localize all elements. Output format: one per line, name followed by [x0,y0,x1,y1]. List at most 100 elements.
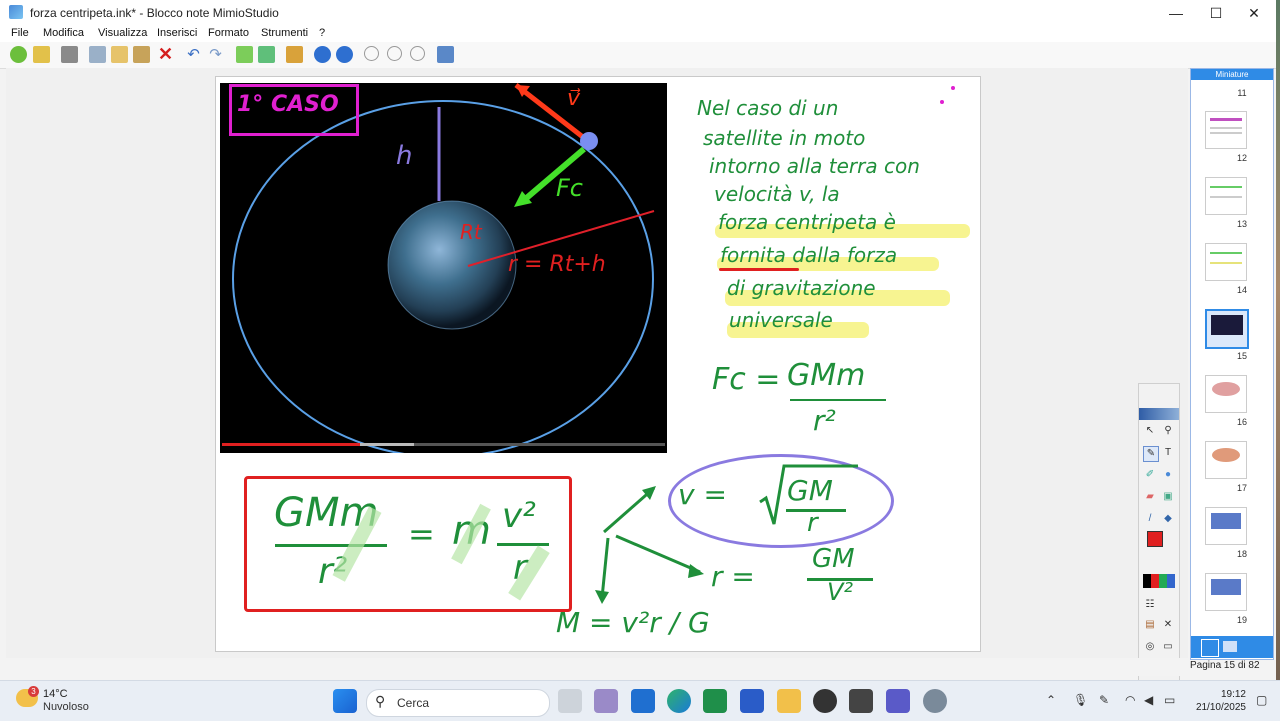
mimio-taskbar-icon[interactable] [594,689,618,713]
menu-strumenti[interactable]: Strumenti [261,27,308,39]
copy-icon[interactable] [111,46,128,63]
color-palette-icon[interactable] [1143,574,1175,588]
notifications-icon[interactable]: ▢ [1256,693,1267,707]
thumbnail-number: 14 [1236,285,1247,295]
boxed-equals: = [408,515,435,553]
eraser-icon[interactable]: ▰ [1143,490,1157,504]
microphone-icon[interactable]: 🎙︎ [1073,693,1088,707]
resize-icon[interactable]: ✕ [1161,618,1175,632]
status-bar [6,658,1186,676]
text-icon[interactable]: T [1161,446,1175,460]
zoom-fit-icon[interactable] [410,46,425,61]
add-page-icon[interactable] [236,46,253,63]
volume-icon[interactable]: ◀ [1144,693,1153,707]
paste-icon[interactable] [133,46,150,63]
stamp-icon[interactable]: ▤ [1143,618,1157,632]
mass-formula: M = v²r / G [556,606,710,639]
weather-description[interactable]: Nuvoloso [43,701,89,713]
line-icon[interactable]: / [1143,512,1157,526]
ink-dot [940,100,944,104]
edge-icon[interactable] [667,689,691,713]
search-icon: ⚲ [375,693,386,709]
velocity-formula-lhs: v = [678,478,727,511]
menu-modifica[interactable]: Modifica [43,27,84,39]
thumbnails-panel: Miniature 11 12 13 14 15 16 17 18 19 [1190,68,1274,660]
earth-radius-label: Rt [460,220,482,244]
menu-inserisci[interactable]: Inserisci [157,27,197,39]
dell-icon[interactable] [813,689,837,713]
word-icon[interactable] [740,689,764,713]
fc-formula-lhs: Fc = [712,362,781,397]
pen-icon[interactable]: ✎ [1143,446,1159,462]
underline-stroke [719,268,799,271]
fill-icon[interactable]: ◆ [1161,512,1175,526]
file-explorer-icon[interactable] [777,689,801,713]
gallery-icon[interactable] [286,46,303,63]
note-line: fornita dalla forza [720,243,898,267]
zoom-in-icon[interactable] [364,46,379,61]
thumbnail-number: 17 [1236,483,1247,493]
case-label: 1° CASO [237,92,339,117]
velocity-formula-numerator: GM [787,474,833,507]
print-icon[interactable] [61,46,78,63]
thumbnail-page-16[interactable] [1205,375,1247,413]
taskbar: 3 14°C Nuvoloso ⚲ Cerca ⌃ 🎙︎ ✎ ◠ ◀ ▭ 19:… [0,680,1280,721]
menu-visualizza[interactable]: Visualizza [98,27,147,39]
close-button[interactable]: ✕ [1234,0,1274,26]
undo-icon[interactable]: ↶ [185,46,202,63]
outlook-icon[interactable] [631,689,655,713]
image-icon[interactable]: ▣ [1161,490,1175,504]
clock-date: 21/10/2025 [1195,702,1246,713]
battery-icon[interactable]: ▭ [1164,693,1175,707]
back-icon[interactable] [314,46,331,63]
thumbnail-page-13[interactable] [1205,177,1247,215]
highlighter-icon[interactable]: ✐ [1143,468,1157,482]
delete-icon[interactable]: ✕ [157,45,174,63]
maximize-button[interactable]: ☐ [1196,0,1236,26]
save-icon[interactable] [33,46,50,63]
teams-icon[interactable] [886,689,910,713]
thumbnail-page-15-selected[interactable] [1205,309,1249,349]
weather-temperature[interactable]: 14°C [43,688,68,700]
page-forward-icon[interactable] [10,46,27,63]
menu-formato[interactable]: Formato [208,27,249,39]
thumbnail-page-19[interactable] [1205,573,1247,611]
folder-icon[interactable] [1223,641,1237,652]
thumbnails-view-icon[interactable] [1201,639,1219,657]
thumbnail-page-14[interactable] [1205,243,1247,281]
clock[interactable]: 19:12 21/10/2025 [1190,688,1246,714]
zoom-icon[interactable]: ⚲ [1161,424,1175,438]
zoom-out-icon[interactable] [387,46,402,61]
thumbnail-panel-footer [1191,636,1273,658]
thumbnail-number: 11 [1237,88,1247,98]
start-icon[interactable] [333,689,357,713]
thumbnail-page-12[interactable] [1205,111,1247,149]
display-icon[interactable]: ▭ [1161,640,1175,654]
pen-tray-icon[interactable]: ✎ [1099,693,1109,707]
thumbnail-page-17[interactable] [1205,441,1247,479]
shape-icon[interactable]: ● [1161,468,1175,482]
fc-formula-denominator: r² [813,404,836,437]
chevron-up-icon[interactable]: ⌃ [1046,693,1056,707]
insert-page-icon[interactable] [258,46,275,63]
forward-icon[interactable] [336,46,353,63]
minimize-button[interactable]: — [1156,0,1196,26]
screen-icon[interactable] [437,46,454,63]
app-icon[interactable] [923,689,947,713]
thumbnail-number: 18 [1236,549,1247,559]
store-icon[interactable] [849,689,873,713]
thumbnail-page-18[interactable] [1205,507,1247,545]
clear-icon[interactable]: ◎ [1143,640,1157,654]
menu-file[interactable]: File [11,27,29,39]
redo-icon[interactable]: ↷ [207,46,224,63]
task-view-icon[interactable] [558,689,582,713]
select-icon[interactable]: ↖ [1143,424,1157,438]
menu-help[interactable]: ? [319,27,325,39]
current-color-swatch[interactable] [1147,531,1163,547]
cut-icon[interactable] [89,46,106,63]
excel-icon[interactable] [703,689,727,713]
velocity-formula-denominator: r [807,508,818,538]
search-input[interactable]: ⚲ Cerca [366,689,550,717]
grid-icon[interactable]: ☷ [1143,598,1157,612]
wifi-icon[interactable]: ◠ [1125,693,1135,707]
